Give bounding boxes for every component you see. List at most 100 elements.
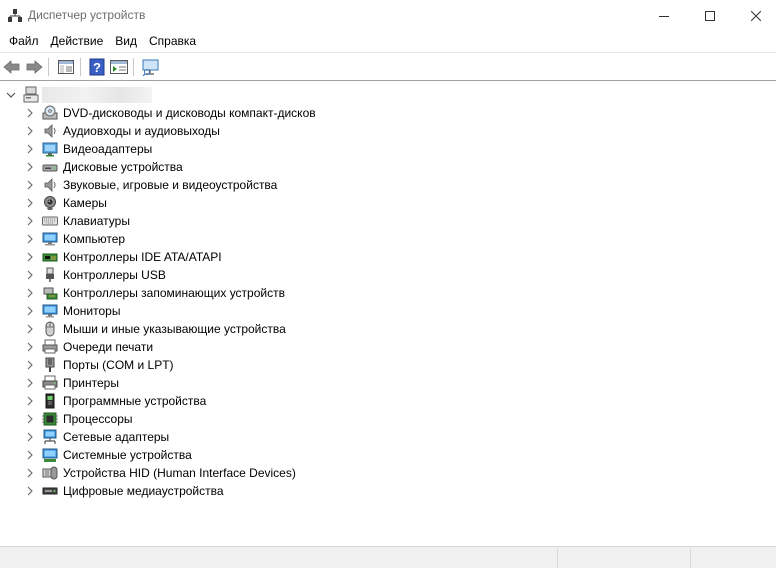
forward-button[interactable] xyxy=(24,57,44,77)
help-button[interactable]: ? xyxy=(87,57,107,77)
tree-node-label: Звуковые, игровые и видеоустройства xyxy=(63,178,278,192)
tree-node[interactable]: Контроллеры IDE ATA/ATAPI xyxy=(0,248,776,266)
computer-name-label xyxy=(42,87,152,103)
show-hide-console-tree-icon xyxy=(58,60,74,74)
chevron-right-icon[interactable] xyxy=(26,288,34,298)
tree-node[interactable]: Контроллеры запоминающих устройств xyxy=(0,284,776,302)
tree-node[interactable]: Цифровые медиаустройства xyxy=(0,482,776,500)
chevron-right-icon[interactable] xyxy=(26,270,34,280)
tree-node[interactable]: Камеры xyxy=(0,194,776,212)
menu-file[interactable]: Файл xyxy=(3,31,45,52)
properties-icon xyxy=(110,60,128,74)
chevron-right-icon[interactable] xyxy=(26,180,34,190)
scan-hardware-icon xyxy=(142,59,159,76)
title-bar[interactable]: Диспетчер устройств xyxy=(0,0,776,31)
chevron-right-icon[interactable] xyxy=(26,126,34,136)
tree-node-label: Контроллеры IDE ATA/ATAPI xyxy=(63,250,222,264)
tree-node-label: Компьютер xyxy=(63,232,126,246)
chevron-right-icon[interactable] xyxy=(26,342,34,352)
close-button[interactable] xyxy=(733,0,776,31)
properties-button[interactable] xyxy=(109,57,129,77)
tree-node[interactable]: Компьютер xyxy=(0,230,776,248)
tree-node-label: Аудиовходы и аудиовыходы xyxy=(63,124,220,138)
tree-node-label: Системные устройства xyxy=(63,448,192,462)
tree-node[interactable]: Очереди печати xyxy=(0,338,776,356)
network-adapter-icon xyxy=(43,429,57,444)
menu-view[interactable]: Вид xyxy=(109,31,143,52)
toolbar-separator xyxy=(133,58,134,76)
tree-node[interactable]: Клавиатуры xyxy=(0,212,776,230)
tree-node[interactable]: Порты (COM и LPT) xyxy=(0,356,776,374)
menu-action[interactable]: Действие xyxy=(45,31,110,52)
chevron-right-icon[interactable] xyxy=(26,396,34,406)
chevron-right-icon[interactable] xyxy=(26,198,34,208)
chevron-right-icon[interactable] xyxy=(26,324,34,334)
chevron-right-icon[interactable] xyxy=(26,234,34,244)
menu-help[interactable]: Справка xyxy=(143,31,202,52)
tree-node-label: Цифровые медиаустройства xyxy=(63,484,224,498)
chevron-right-icon[interactable] xyxy=(26,306,34,316)
svg-text:?: ? xyxy=(93,60,101,75)
tree-node[interactable]: Звуковые, игровые и видеоустройства xyxy=(0,176,776,194)
toolbar-separator xyxy=(48,58,49,76)
chevron-right-icon[interactable] xyxy=(26,450,34,460)
help-icon: ? xyxy=(89,58,105,76)
processor-icon xyxy=(42,412,58,426)
show-hide-console-tree-button[interactable] xyxy=(56,57,76,77)
chevron-right-icon[interactable] xyxy=(26,162,34,172)
scan-hardware-button[interactable] xyxy=(141,57,161,77)
tree-node[interactable]: Сетевые адаптеры xyxy=(0,428,776,446)
tree-node-label: Видеоадаптеры xyxy=(63,142,153,156)
tree-node[interactable]: Контроллеры USB xyxy=(0,266,776,284)
chevron-right-icon[interactable] xyxy=(26,108,34,118)
tree-node-label: Камеры xyxy=(63,196,107,210)
keyboard-icon xyxy=(42,216,58,226)
tree-node[interactable]: Принтеры xyxy=(0,374,776,392)
tree-node-label: Контроллеры запоминающих устройств xyxy=(63,286,285,300)
tree-node-label: Принтеры xyxy=(63,376,119,390)
minimize-button[interactable] xyxy=(641,0,687,31)
tree-node[interactable]: Программные устройства xyxy=(0,392,776,410)
tree-node[interactable]: Мониторы xyxy=(0,302,776,320)
chevron-right-icon[interactable] xyxy=(26,252,34,262)
chevron-right-icon[interactable] xyxy=(26,144,34,154)
tree-node[interactable]: Процессоры xyxy=(0,410,776,428)
tree-node[interactable]: Видеоадаптеры xyxy=(0,140,776,158)
tree-node[interactable]: Дисковые устройства xyxy=(0,158,776,176)
chevron-right-icon[interactable] xyxy=(26,486,34,496)
monitor-icon xyxy=(42,304,58,318)
chevron-right-icon[interactable] xyxy=(26,432,34,442)
chevron-right-icon[interactable] xyxy=(26,216,34,226)
chevron-right-icon[interactable] xyxy=(26,414,34,424)
speaker-icon xyxy=(44,178,56,192)
maximize-button[interactable] xyxy=(687,0,733,31)
tree-node[interactable]: Аудиовходы и аудиовыходы xyxy=(0,122,776,140)
ide-controller-icon xyxy=(42,253,58,262)
tree-node-label: DVD-дисководы и дисководы компакт-дисков xyxy=(63,106,316,120)
mouse-icon xyxy=(45,321,55,337)
tree-node[interactable]: DVD-дисководы и дисководы компакт-дисков xyxy=(0,104,776,122)
hid-icon xyxy=(42,466,58,480)
dvd-drive-icon xyxy=(42,105,58,120)
back-button[interactable] xyxy=(2,57,22,77)
port-icon xyxy=(45,357,55,372)
tree-node[interactable]: Мыши и иные указывающие устройства xyxy=(0,320,776,338)
chevron-right-icon[interactable] xyxy=(26,360,34,370)
tree-root[interactable] xyxy=(0,86,776,104)
speaker-icon xyxy=(44,124,56,138)
tree-node-label: Мыши и иные указывающие устройства xyxy=(63,322,286,336)
tree-node-label: Очереди печати xyxy=(63,340,154,354)
tree-node[interactable]: Системные устройства xyxy=(0,446,776,464)
chevron-right-icon[interactable] xyxy=(26,468,34,478)
display-adapter-icon xyxy=(42,142,58,157)
chevron-right-icon[interactable] xyxy=(26,378,34,388)
media-device-icon xyxy=(42,487,58,495)
tree-node[interactable]: Устройства HID (Human Interface Devices) xyxy=(0,464,776,482)
tree-node-label: Программные устройства xyxy=(63,394,207,408)
status-pane xyxy=(690,549,691,568)
chevron-down-icon[interactable] xyxy=(6,90,16,100)
status-pane xyxy=(557,549,558,568)
toolbar-separator xyxy=(80,58,81,76)
device-tree[interactable]: DVD-дисководы и дисководы компакт-дисков… xyxy=(0,84,776,546)
tree-node-label: Мониторы xyxy=(63,304,121,318)
